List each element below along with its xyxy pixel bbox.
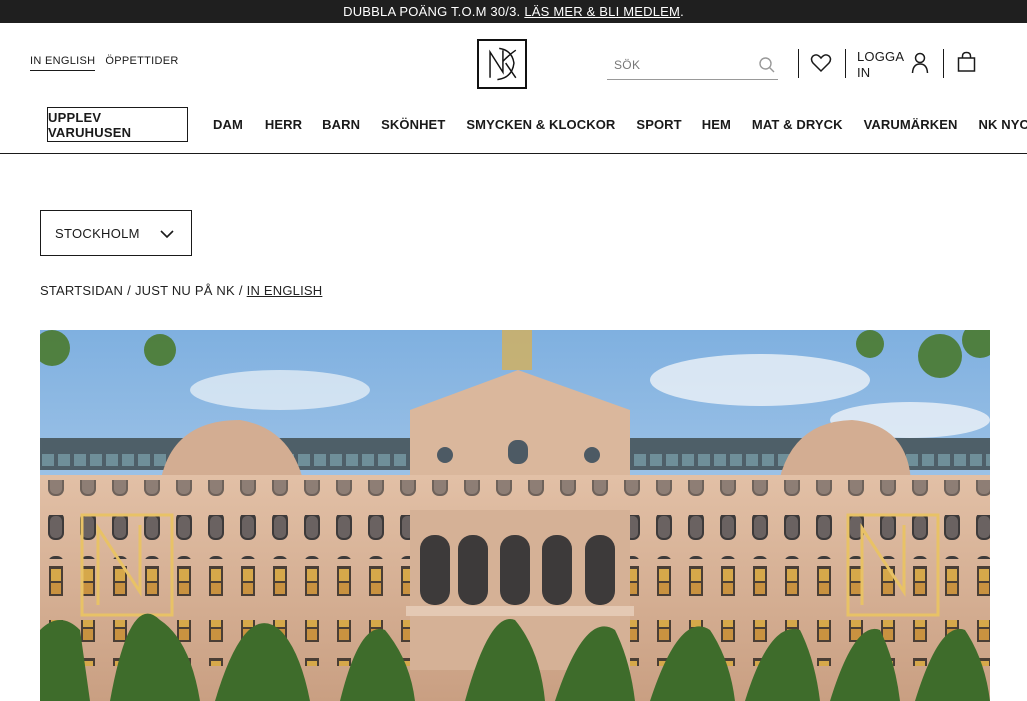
store-selector-value: STOCKHOLM (55, 225, 140, 241)
breadcrumb-separator: / (127, 283, 131, 298)
nk-logo-mark (489, 47, 517, 81)
breadcrumb-just-now[interactable]: JUST NU PÅ NK (135, 283, 235, 298)
opening-hours-link[interactable]: ÖPPETTIDER (105, 55, 178, 71)
divider (845, 49, 846, 78)
nav-item-skonhet[interactable]: SKÖNHET (381, 117, 445, 132)
nav-item-nk-nyckeln[interactable]: NK NYCKELN (979, 117, 1027, 132)
nav-item-sport[interactable]: SPORT (636, 117, 681, 132)
search-input[interactable] (607, 53, 747, 77)
shopping-bag-icon[interactable] (957, 51, 976, 73)
search-box (607, 52, 778, 80)
nav-item-varumarken[interactable]: VARUMÄRKEN (864, 117, 958, 132)
user-icon[interactable] (911, 52, 929, 74)
hero-image (40, 330, 990, 701)
utility-links: IN ENGLISH ÖPPETTIDER (30, 55, 179, 71)
search-icon[interactable] (758, 56, 776, 74)
promo-link[interactable]: LÄS MER & BLI MEDLEM (524, 4, 680, 19)
nav-item-smycken-klockor[interactable]: SMYCKEN & KLOCKOR (466, 117, 615, 132)
language-link[interactable]: IN ENGLISH (30, 55, 96, 71)
nk-building-photo (40, 330, 990, 701)
login-link[interactable]: LOGGA IN (857, 49, 903, 81)
experience-stores-button[interactable]: UPPLEV VARUHUSEN (47, 107, 188, 142)
nav-items: DAM HERR BARN SKÖNHET SMYCKEN & KLOCKOR … (213, 107, 1027, 142)
divider (943, 49, 944, 78)
promo-suffix: . (680, 4, 684, 19)
divider (798, 49, 799, 78)
main-nav: UPPLEV VARUHUSEN DAM HERR BARN SKÖNHET S… (0, 107, 1027, 142)
breadcrumb-current[interactable]: IN ENGLISH (247, 283, 323, 298)
store-selector[interactable]: STOCKHOLM (40, 210, 192, 256)
chevron-down-icon (160, 230, 174, 239)
heart-icon[interactable] (810, 53, 832, 73)
nav-item-mat-dryck[interactable]: MAT & DRYCK (752, 117, 843, 132)
breadcrumb: STARTSIDAN / JUST NU PÅ NK / IN ENGLISH (40, 283, 322, 298)
promo-text: DUBBLA POÄNG T.O.M 30/3. (343, 4, 521, 19)
nav-item-herr[interactable]: HERR (265, 117, 302, 132)
breadcrumb-home[interactable]: STARTSIDAN (40, 283, 123, 298)
nav-item-dam[interactable]: DAM (213, 117, 243, 132)
nk-logo[interactable] (477, 39, 527, 89)
nav-item-barn[interactable]: BARN (322, 117, 360, 132)
promo-bar: DUBBLA POÄNG T.O.M 30/3. LÄS MER & BLI M… (0, 0, 1027, 23)
site-header: IN ENGLISH ÖPPETTIDER LOGGA IN (0, 23, 1027, 154)
breadcrumb-separator: / (238, 283, 243, 298)
nav-item-hem[interactable]: HEM (702, 117, 731, 132)
